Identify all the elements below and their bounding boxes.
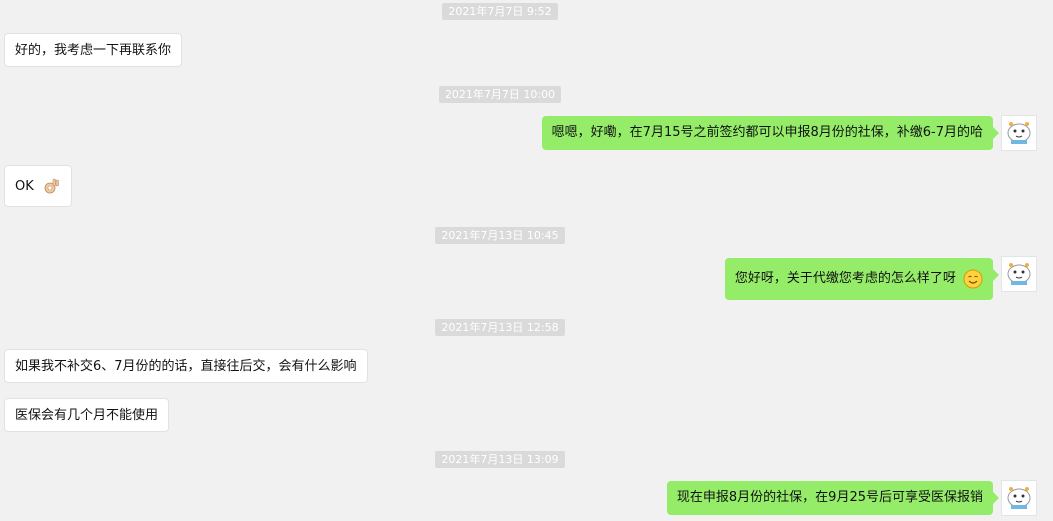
sent-message-bubble[interactable]: 现在申报8月份的社保，在9月25号后可享受医保报销 bbox=[666, 481, 1000, 515]
user-avatar[interactable] bbox=[1001, 115, 1037, 151]
user-avatar[interactable] bbox=[1001, 256, 1037, 292]
received-message-bubble[interactable]: 好的，我考虑一下再联系你 bbox=[4, 33, 183, 67]
timestamp-label: 2021年7月13日 12:58 bbox=[435, 319, 565, 336]
sent-message-bubble[interactable]: 嗯嗯，好嘞，在7月15号之前签约都可以申报8月份的社保，补缴6-7月的哈 bbox=[541, 116, 1000, 150]
received-message-bubble[interactable]: 医保会有几个月不能使用 bbox=[4, 398, 170, 432]
ok-hand-icon bbox=[44, 178, 59, 193]
user-avatar[interactable] bbox=[1001, 480, 1037, 516]
message-text: 嗯嗯，好嘞，在7月15号之前签约都可以申报8月份的社保，补缴6-7月的哈 bbox=[551, 125, 983, 140]
timestamp: 2021年7月7日 9:52 bbox=[0, 3, 1000, 23]
cartoon-avatar-icon bbox=[1007, 122, 1031, 144]
message-text: 您好呀，关于代缴您考虑的怎么样了呀 bbox=[734, 271, 956, 286]
message-text: 好的，我考虑一下再联系你 bbox=[15, 43, 172, 58]
timestamp-label: 2021年7月13日 13:09 bbox=[435, 451, 565, 468]
message-text: 如果我不补交6、7月份的的话，直接往后交，会有什么影响 bbox=[15, 359, 357, 374]
received-message-bubble[interactable]: 如果我不补交6、7月份的的话，直接往后交，会有什么影响 bbox=[4, 349, 368, 383]
timestamp: 2021年7月13日 10:45 bbox=[0, 227, 1000, 247]
sent-message-bubble[interactable]: 您好呀，关于代缴您考虑的怎么样了呀 bbox=[724, 258, 1000, 300]
timestamp: 2021年7月13日 12:58 bbox=[0, 319, 1000, 339]
timestamp-label: 2021年7月7日 9:52 bbox=[442, 3, 558, 20]
cartoon-avatar-icon bbox=[1007, 263, 1031, 285]
timestamp-label: 2021年7月7日 10:00 bbox=[438, 86, 562, 103]
received-message-bubble[interactable]: OK bbox=[4, 165, 72, 207]
timestamp: 2021年7月13日 13:09 bbox=[0, 451, 1000, 471]
message-text: 现在申报8月份的社保，在9月25号后可享受医保报销 bbox=[676, 490, 983, 505]
timestamp: 2021年7月7日 10:00 bbox=[0, 86, 1000, 106]
message-text: OK bbox=[15, 179, 34, 194]
cartoon-avatar-icon bbox=[1007, 487, 1031, 509]
smile-icon bbox=[963, 269, 983, 288]
message-text: 医保会有几个月不能使用 bbox=[15, 408, 159, 423]
timestamp-label: 2021年7月13日 10:45 bbox=[435, 227, 565, 244]
